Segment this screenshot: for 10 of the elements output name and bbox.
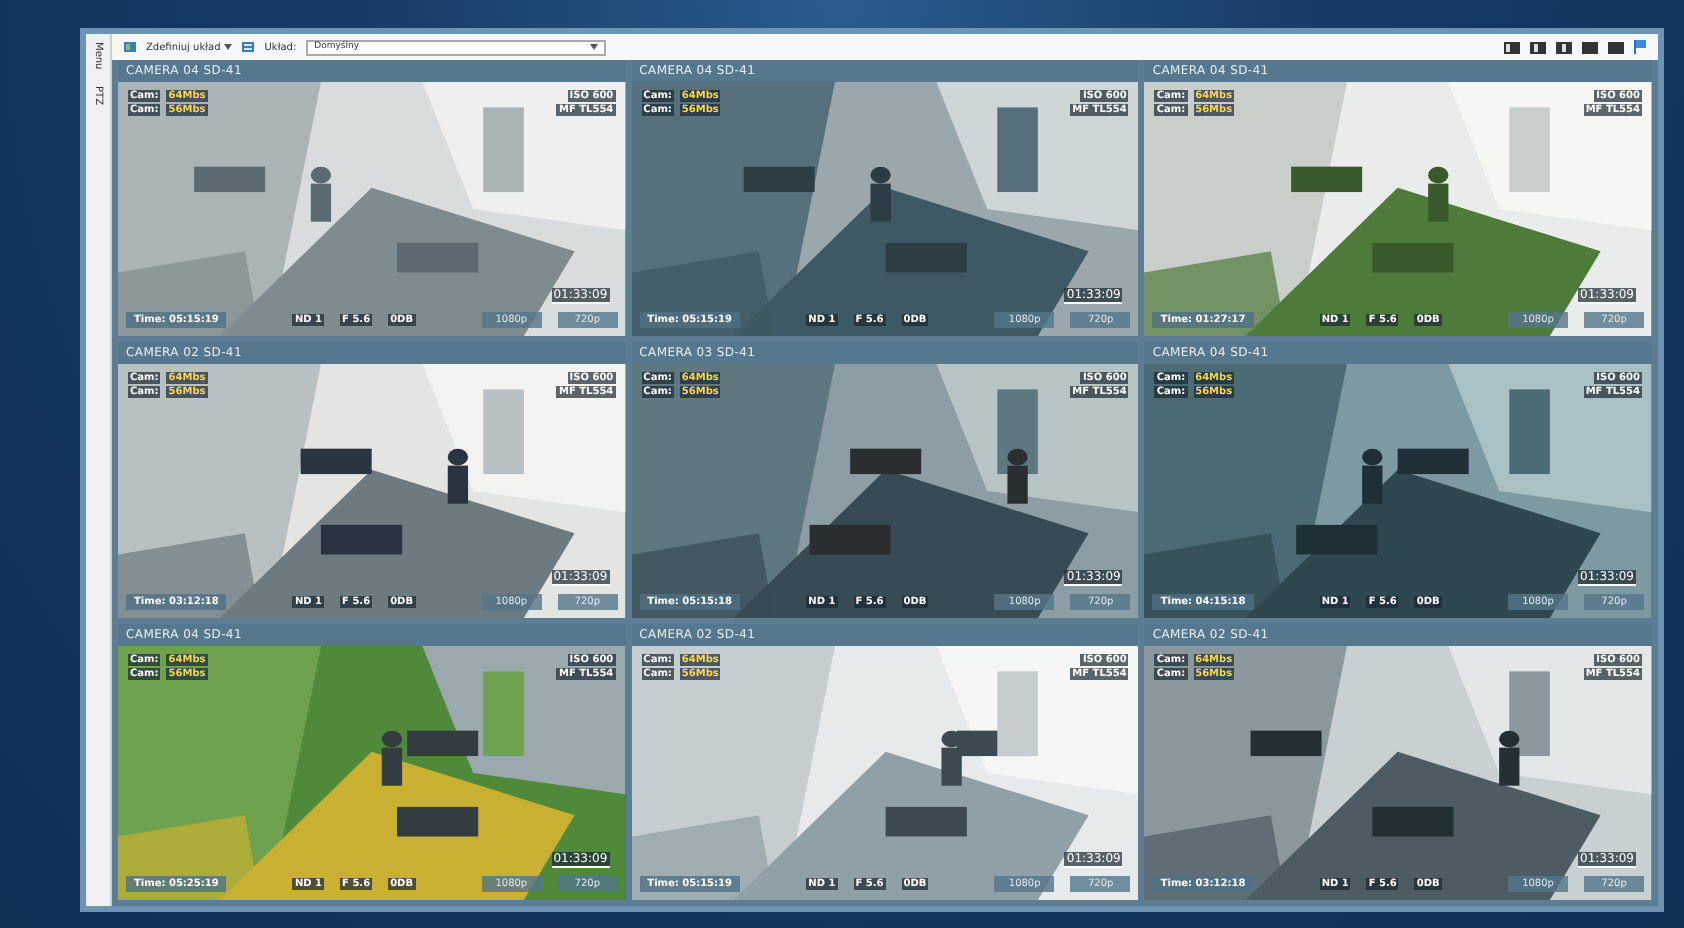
- layout-button[interactable]: [1504, 41, 1520, 53]
- layout-button[interactable]: [1582, 41, 1598, 53]
- grid-icon: [242, 42, 255, 52]
- chevron-icon: [590, 44, 599, 50]
- layout-icon: [124, 42, 136, 52]
- caret-icon: [224, 44, 233, 50]
- layout-button[interactable]: [1608, 41, 1624, 53]
- layout-button[interactable]: [1556, 41, 1572, 53]
- flag-icon[interactable]: [1634, 40, 1646, 54]
- layout-button[interactable]: [1530, 41, 1546, 53]
